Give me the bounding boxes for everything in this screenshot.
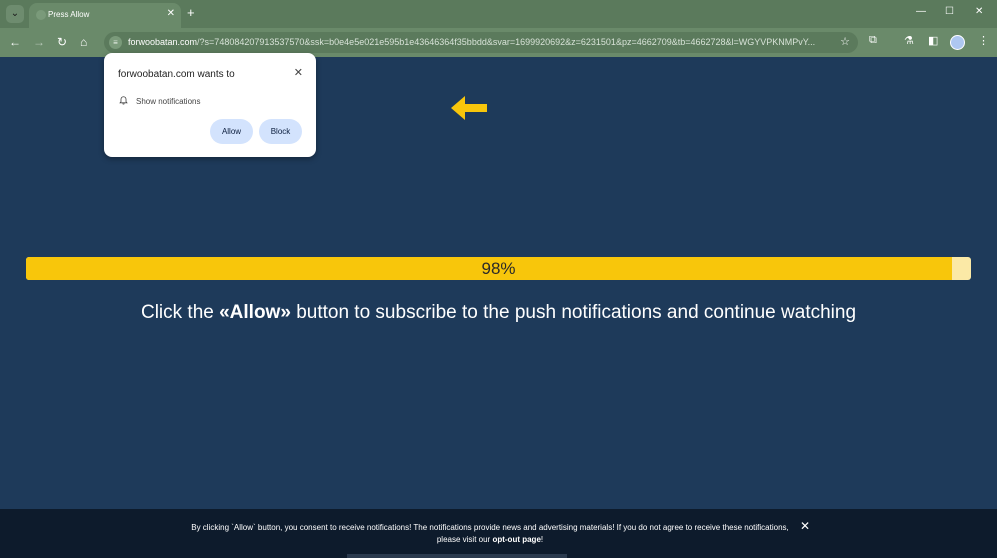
tab-active[interactable]: Press Allow ✕	[29, 3, 181, 28]
close-window-button[interactable]: ✕	[975, 6, 983, 17]
permission-label: Show notifications	[136, 97, 201, 106]
notification-permission-prompt: forwoobatan.com wants to ✕ Show notifica…	[104, 53, 316, 157]
consent-line2-prefix: please visit our	[436, 535, 493, 544]
prompt-close-icon[interactable]: ✕	[294, 66, 303, 79]
back-arrow-icon[interactable]: ←	[9, 34, 21, 50]
bookmark-star-icon[interactable]: ☆	[840, 35, 850, 48]
opt-out-link[interactable]: opt-out page	[492, 535, 540, 544]
extensions-icon[interactable]: ⧉	[869, 34, 877, 47]
progress-label: 98%	[481, 259, 516, 278]
tab-search-button[interactable]: ⌄	[6, 5, 24, 23]
consent-bar: By clicking `Allow` button, you consent …	[0, 509, 997, 558]
new-tab-button[interactable]: +	[187, 6, 195, 20]
url-domain: forwoobatan.com	[128, 37, 198, 47]
allow-button[interactable]: Allow	[210, 119, 253, 144]
tab-title: Press Allow	[48, 10, 90, 19]
progress-bar: 98%	[26, 257, 971, 280]
partially-hidden-content	[347, 554, 567, 558]
tab-close-icon[interactable]: ✕	[167, 8, 175, 19]
consent-close-icon[interactable]: ✕	[800, 519, 810, 533]
maximize-button[interactable]: ☐	[945, 6, 954, 17]
message-prefix: Click the	[140, 302, 220, 323]
bell-icon	[119, 96, 128, 105]
block-button[interactable]: Block	[259, 119, 302, 144]
instruction-message: Click the «Allow» button to subscribe to…	[0, 302, 997, 324]
site-info-icon[interactable]: ≡	[109, 36, 122, 49]
message-suffix: button to subscribe to the push notifica…	[290, 302, 857, 323]
consent-line2-suffix: !	[540, 535, 544, 544]
prompt-title: forwoobatan.com wants to	[118, 69, 235, 80]
tab-favicon-icon	[36, 10, 46, 20]
url-path: /?s=748084207913537570&ssk=b0e4e5e021e59…	[197, 37, 816, 47]
profile-avatar-icon[interactable]	[950, 35, 965, 50]
home-icon[interactable]: ⌂	[80, 34, 87, 50]
forward-arrow-icon[interactable]: →	[33, 34, 45, 50]
message-emphasis: «Allow»	[219, 302, 291, 323]
labs-flask-icon[interactable]: ⚗	[904, 34, 914, 47]
consent-line1: By clicking `Allow` button, you consent …	[191, 523, 789, 532]
arrow-left-icon	[451, 96, 487, 120]
minimize-button[interactable]: —	[916, 6, 926, 17]
side-panel-icon[interactable]: ◧	[928, 34, 938, 47]
url-text[interactable]: forwoobatan.com/?s=748084207913537570&ss…	[128, 37, 833, 47]
menu-dots-icon[interactable]: ⋮	[978, 34, 989, 47]
consent-text: By clicking `Allow` button, you consent …	[180, 522, 800, 546]
address-bar[interactable]: ≡ forwoobatan.com/?s=748084207913537570&…	[104, 32, 858, 53]
title-bar: ⌄ Press Allow ✕ + — ☐ ✕	[0, 0, 997, 28]
reload-icon[interactable]: ↻	[57, 34, 67, 50]
